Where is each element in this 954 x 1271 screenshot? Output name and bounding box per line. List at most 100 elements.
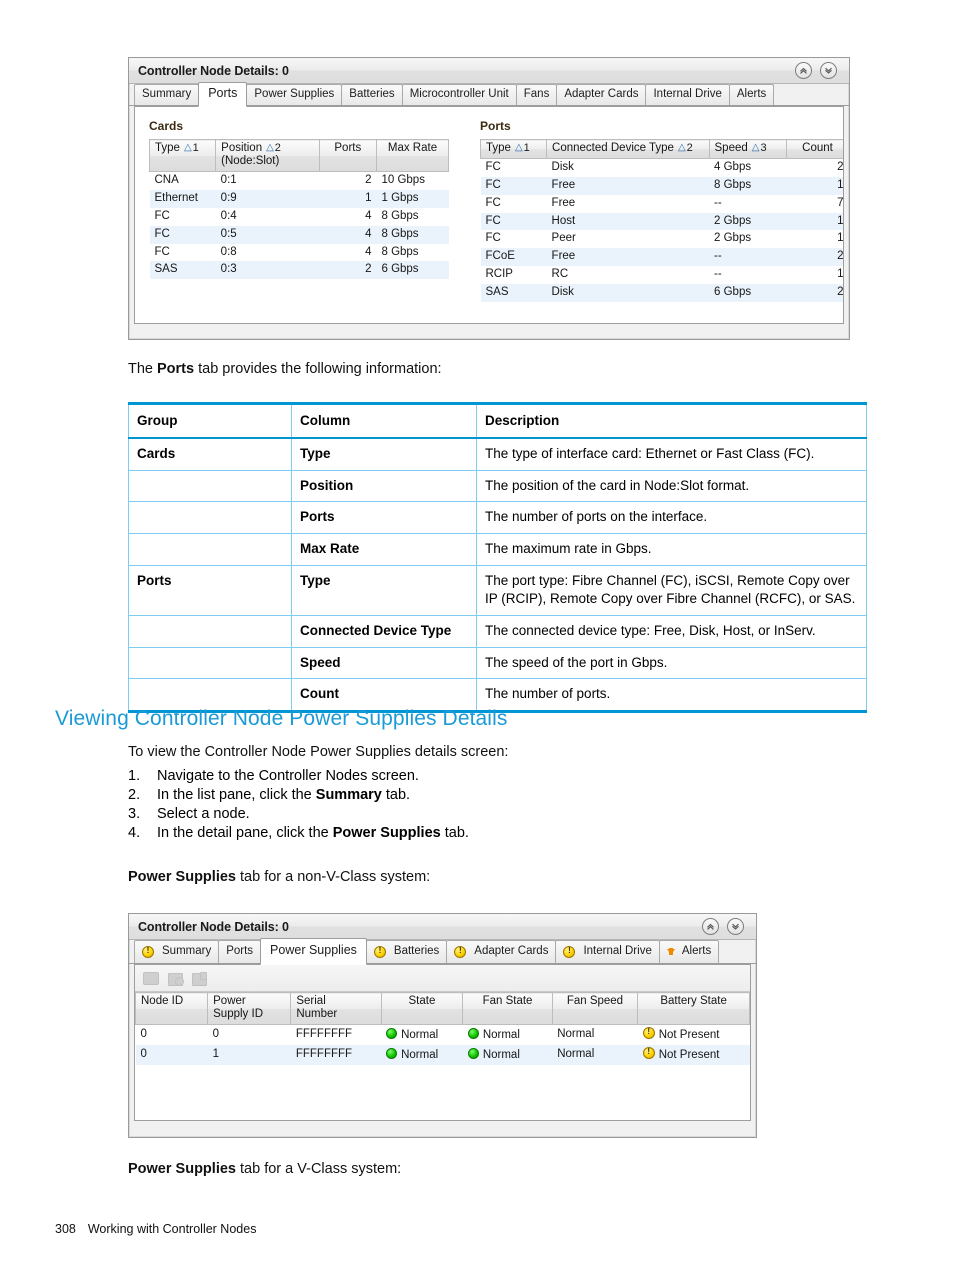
column-header-count[interactable]: Count: [786, 138, 843, 160]
column-header-node-id[interactable]: Node ID: [135, 991, 209, 1026]
cell-fan-speed: Normal: [552, 1045, 638, 1066]
table-row[interactable]: FCoE Free -- 2: [480, 248, 843, 266]
ports-panel-tab-fans[interactable]: Fans: [515, 84, 558, 106]
ps-panel-tab-internal-drive[interactable]: Internal Drive: [555, 940, 660, 964]
column-header-type[interactable]: Type △1: [479, 138, 548, 160]
ports-panel-tab-internal-drive[interactable]: Internal Drive: [645, 84, 730, 106]
ps-panel-tab-power-supplies[interactable]: Power Supplies: [260, 938, 367, 965]
table-row[interactable]: FC 0:4 4 8 Gbps: [150, 208, 449, 226]
table-row[interactable]: CNA 0:1 2 10 Gbps: [150, 172, 449, 190]
column-header-position[interactable]: Position △2 (Node:Slot): [215, 138, 320, 173]
column-header-fan-speed[interactable]: Fan Speed: [551, 991, 639, 1026]
cell-position: 0:8: [220, 245, 237, 258]
ports-panel-tab-summary[interactable]: Summary: [134, 84, 200, 106]
status-dot-icon: [386, 1027, 398, 1039]
chart-search-icon[interactable]: [166, 970, 184, 987]
cell-node-id: 0: [135, 1045, 208, 1066]
table-header-row: Type △1 Connected Device Type △2 Speed △3 Coun…: [479, 138, 843, 160]
column-header-speed[interactable]: Speed △3: [708, 138, 788, 160]
desc-cell-group: [128, 469, 292, 503]
footer-chapter-title: Working with Controller Nodes: [87, 1222, 257, 1236]
non-vclass-caption-bold: Power Supplies: [128, 869, 236, 885]
cell-type: FC: [485, 232, 501, 245]
cell-type: FC: [485, 161, 501, 174]
step-text: Navigate to the Controller Nodes screen.: [157, 768, 419, 784]
description-row: Ports Type The port type: Fibre Channel (F…: [128, 565, 867, 616]
table-row[interactable]: FC 0:5 4 8 Gbps: [149, 225, 449, 244]
ports-panel-tab-power-supplies[interactable]: Power Supplies: [246, 84, 343, 106]
ports-panel-tab-alerts[interactable]: Alerts: [728, 84, 775, 106]
cell-state: Normal: [381, 1025, 463, 1045]
ports-panel-tab-ports[interactable]: Ports: [198, 82, 248, 107]
column-header-power[interactable]: Power Supply ID: [207, 991, 292, 1026]
para-bold: Ports: [157, 361, 195, 377]
desc-cell-column: Position: [291, 469, 477, 503]
column-header-serial[interactable]: Serial Number: [290, 991, 382, 1026]
alert-arrow-icon: [666, 948, 675, 955]
desc-cell-group: [128, 501, 292, 535]
ps-panel-tab-adapter-cards[interactable]: Adapter Cards: [446, 940, 557, 964]
description-header-row: Group Column Description: [128, 401, 867, 439]
table-row[interactable]: SAS Disk 6 Gbps 2: [480, 283, 843, 302]
collapse-all-icon[interactable]: [795, 62, 812, 79]
description-row: Connected Device Type The connected devic…: [128, 614, 867, 648]
table-row[interactable]: FC 0:8 4 8 Gbps: [150, 244, 449, 262]
ps-panel-tab-batteries[interactable]: Batteries: [365, 940, 448, 964]
sort-order-number: 1: [192, 142, 199, 154]
tab-label: Internal Drive: [583, 945, 652, 958]
chart-icon[interactable]: [190, 970, 208, 987]
desc-cell-description: The position of the card in Node:Slot fo…: [476, 469, 867, 503]
table-header-row: Node ID Power Supply ID Serial Number State …: [135, 991, 750, 1026]
table-row[interactable]: FC Free 8 Gbps 1: [480, 177, 843, 195]
procedure-step: 3. Select a node.: [128, 806, 748, 822]
table-header-row: Type △1 Position △2 (Node:Slot) Ports Max Rate: [148, 138, 450, 173]
vclass-caption-post: tab for a V-Class system:: [235, 1161, 402, 1177]
ps-panel-tab-alerts[interactable]: Alerts: [658, 940, 720, 964]
column-header-fan-state[interactable]: Fan State: [462, 991, 553, 1026]
table-row[interactable]: FC Free -- 7: [481, 195, 844, 213]
table-row[interactable]: FC Disk 4 Gbps 2: [481, 159, 844, 177]
sort-ascending-icon: △: [183, 142, 192, 153]
expand-all-icon[interactable]: [727, 918, 744, 935]
cards-group: Cards Type △1 Position △2 (Node:Slot) Ports Ma…: [148, 119, 450, 302]
tab-label: Alerts: [736, 88, 767, 101]
desc-cell-group: [128, 646, 292, 680]
table-row[interactable]: RCIP RC -- 1: [481, 266, 844, 284]
sort-ascending-icon: △: [677, 142, 686, 153]
ports-panel-tab-microcontroller-unit[interactable]: Microcontroller Unit: [401, 84, 517, 106]
column-header-connected-device-type[interactable]: Connected Device Type △2: [546, 138, 710, 160]
ps-panel-tab-ports[interactable]: Ports: [218, 940, 262, 964]
cell-device: Peer: [551, 232, 576, 245]
collapse-all-icon[interactable]: [702, 918, 719, 935]
vclass-caption: Power Supplies tab for a V-Class system:: [128, 1160, 401, 1180]
vclass-caption-bold: Power Supplies: [128, 1161, 236, 1177]
power-supplies-table: Node ID Power Supply ID Serial Number State …: [135, 991, 750, 1066]
step-text: Select a node.: [157, 806, 250, 822]
tab-label: Power Supplies: [254, 88, 335, 101]
table-row[interactable]: 01FFFFFFFFNormalNormalNormalNot Present: [135, 1045, 750, 1066]
table-row[interactable]: FC Peer 2 Gbps 1: [481, 230, 844, 248]
table-row[interactable]: 00FFFFFFFFNormalNormalNormalNot Present: [136, 1025, 750, 1045]
cell-count: 1: [837, 268, 844, 280]
table-row[interactable]: FC Host 2 Gbps 1: [480, 212, 843, 231]
ports-panel-tab-batteries[interactable]: Batteries: [341, 84, 403, 106]
desc-cell-group: Ports: [128, 565, 292, 616]
sort-ascending-icon: △: [266, 142, 274, 153]
expand-all-icon[interactable]: [820, 62, 837, 79]
table-row[interactable]: SAS 0:3 2 6 Gbps: [149, 261, 449, 280]
column-header-state[interactable]: State: [380, 991, 464, 1026]
description-row: Position The position of the card in Node…: [128, 469, 867, 503]
column-header-max-rate[interactable]: Max Rate: [375, 138, 450, 173]
step-text-bold: Summary: [315, 787, 382, 803]
edit-icon[interactable]: [142, 970, 160, 987]
ports-tab-content: Cards Type △1 Position △2 (Node:Slot) Ports Ma…: [134, 106, 844, 324]
table-row[interactable]: Ethernet 0:9 1 1 Gbps: [149, 190, 449, 209]
column-header-type[interactable]: Type △1: [148, 138, 217, 173]
column-header-ports[interactable]: Ports: [318, 138, 377, 173]
ports-tab-intro-paragraph: The Ports tab provides the following inf…: [128, 360, 868, 380]
ports-panel-tab-adapter-cards[interactable]: Adapter Cards: [556, 84, 647, 106]
ps-panel-tab-summary[interactable]: Summary: [134, 940, 220, 964]
procedure-step: 1. Navigate to the Controller Nodes scree…: [128, 768, 748, 784]
cards-group-label: Cards: [149, 119, 184, 133]
column-header-battery-state[interactable]: Battery State: [637, 991, 750, 1026]
